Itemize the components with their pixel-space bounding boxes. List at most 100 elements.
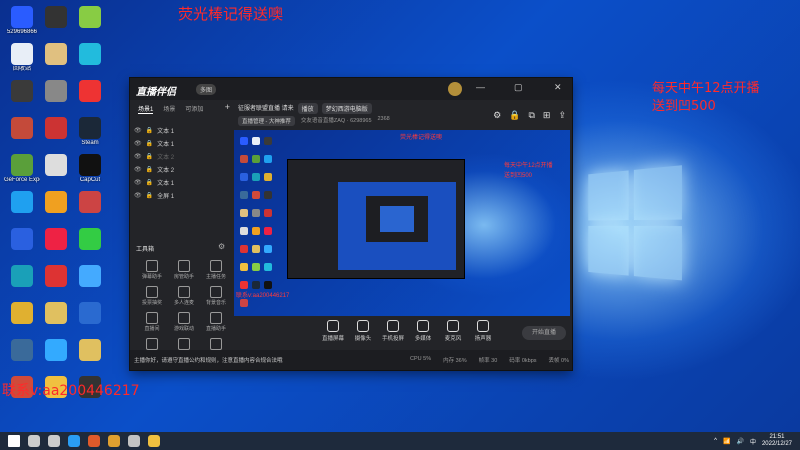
tray-expand-icon[interactable]: ^ — [714, 438, 717, 444]
add-scene-icon[interactable]: + — [225, 102, 230, 112]
clock[interactable]: 21:51 2022/12/27 — [762, 434, 792, 448]
desktop-icon[interactable] — [72, 265, 108, 288]
lock-icon[interactable]: 🔒 — [146, 140, 153, 147]
source-item[interactable]: 👁 🔒 文本 1 — [130, 124, 234, 137]
stream-preview[interactable]: 荧光棒记得送噢 每天中午12点开播 送到凹500 联系v:aa200446217 — [234, 130, 570, 316]
minimize-button[interactable]: — — [476, 82, 485, 92]
layout-icon[interactable]: ⊞ — [543, 110, 551, 121]
source-item[interactable]: 👁 🔒 文本 2 — [130, 150, 234, 163]
desktop-icon-label: 回收站 — [12, 66, 31, 72]
taskbar-app1-icon[interactable] — [88, 435, 100, 447]
tool-item[interactable]: 房管助手 — [168, 258, 200, 280]
app-badge[interactable]: 多图 — [196, 84, 217, 95]
stream-title[interactable]: 征服者联盟直播 请来 — [238, 103, 294, 114]
maximize-button[interactable]: ▢ — [514, 82, 523, 93]
tool-item[interactable]: 投票抽奖 — [136, 284, 168, 306]
tool-icon — [178, 260, 190, 272]
network-icon[interactable]: 📶 — [723, 438, 730, 445]
app-title-bar[interactable]: 直播伴侣 多图 — ▢ ✕ — [130, 78, 572, 100]
desktop-icon[interactable] — [4, 228, 40, 251]
lock-icon[interactable]: 🔒 — [146, 179, 153, 186]
source-button[interactable]: 多媒体 — [408, 320, 438, 342]
desktop-icon[interactable] — [4, 339, 40, 362]
toolbox-settings-icon[interactable]: ⚙ — [218, 242, 225, 251]
taskbar-app2-icon[interactable] — [108, 435, 120, 447]
source-item[interactable]: 👁 🔒 全屏 1 — [130, 189, 234, 202]
desktop-icon[interactable] — [38, 228, 74, 251]
tab-scene[interactable]: 场景 — [163, 104, 175, 114]
tool-item[interactable]: 弹幕助手 — [136, 258, 168, 280]
lock-icon[interactable]: 🔒 — [146, 192, 153, 199]
source-button[interactable]: 摄像头 — [348, 320, 378, 342]
desktop-icon[interactable] — [4, 265, 40, 288]
desktop-icon[interactable] — [38, 6, 74, 29]
source-button[interactable]: 麦克风 — [438, 320, 468, 342]
desktop-icon[interactable] — [72, 43, 108, 66]
desktop-icon[interactable] — [38, 302, 74, 325]
desktop-icon[interactable] — [38, 80, 74, 103]
desktop-icon[interactable]: 回收站 — [4, 43, 40, 73]
taskbar-search-icon[interactable] — [28, 435, 40, 447]
visibility-icon[interactable]: 👁 — [134, 179, 142, 186]
desktop-icon[interactable] — [4, 191, 40, 214]
tool-item[interactable]: 游戏联动 — [168, 310, 200, 332]
source-button[interactable]: 手机投屏 — [378, 320, 408, 342]
volume-icon[interactable]: 🔊 — [736, 438, 743, 445]
desktop-icon[interactable] — [72, 339, 108, 362]
avatar[interactable] — [448, 82, 462, 96]
desktop-icon[interactable] — [38, 339, 74, 362]
source-item[interactable]: 👁 🔒 文本 1 — [130, 176, 234, 189]
source-button[interactable]: 扬声器 — [468, 320, 498, 342]
game-tag[interactable]: 梦幻西游电脑版 — [321, 103, 372, 114]
desktop-icon[interactable]: CapCut — [72, 154, 108, 184]
taskbar-edge-icon[interactable] — [68, 435, 80, 447]
desktop-icon[interactable] — [72, 191, 108, 214]
tool-item[interactable]: 背景音乐 — [200, 284, 232, 306]
tool-item[interactable]: 直播助手 — [200, 310, 232, 332]
tool-item[interactable]: 直播间 — [136, 310, 168, 332]
input-method-icon[interactable]: 中 — [750, 437, 756, 446]
desktop-icon[interactable] — [4, 80, 40, 103]
desktop-icon[interactable] — [72, 228, 108, 251]
lock-icon[interactable]: 🔒 — [146, 166, 153, 173]
tab-addable[interactable]: 可添加 — [185, 104, 203, 114]
taskbar-app3-icon[interactable] — [128, 435, 140, 447]
source-item[interactable]: 👁 🔒 文本 2 — [130, 163, 234, 176]
desktop-icon[interactable] — [4, 302, 40, 325]
taskbar-task-view-icon[interactable] — [48, 435, 60, 447]
lock-icon[interactable]: 🔒 — [146, 127, 153, 134]
desktop-icon[interactable] — [38, 43, 74, 66]
share-icon[interactable]: ⇪ — [558, 110, 566, 121]
visibility-icon[interactable]: 👁 — [134, 140, 142, 147]
lock-icon[interactable]: 🔒 — [146, 153, 153, 160]
desktop-icon[interactable] — [38, 191, 74, 214]
tool-item[interactable]: 主播任务 — [200, 258, 232, 280]
copy-icon[interactable]: ⧉ — [528, 110, 534, 121]
desktop-icon[interactable] — [38, 154, 74, 177]
settings-icon[interactable]: ⚙ — [493, 110, 501, 121]
desktop-icon[interactable] — [38, 117, 74, 140]
desktop-icon[interactable] — [4, 117, 40, 140]
desktop-icon[interactable] — [72, 80, 108, 103]
play-tag[interactable]: 播放 — [297, 103, 318, 114]
desktop-icon[interactable]: Steam — [72, 117, 108, 147]
taskbar-start-icon[interactable] — [8, 435, 20, 447]
source-item[interactable]: 👁 🔒 文本 1 — [130, 137, 234, 150]
desktop-icon[interactable] — [72, 302, 108, 325]
tool-item[interactable]: 多人连麦 — [168, 284, 200, 306]
lock-icon[interactable]: 🔒 — [509, 110, 520, 121]
category-tag[interactable]: 直播管理 - 大神推荐 — [238, 116, 295, 126]
start-live-button[interactable]: 开始直播 — [522, 326, 566, 340]
desktop-icon[interactable]: GeForce Experience — [4, 154, 40, 184]
desktop-icon[interactable] — [72, 6, 108, 29]
visibility-icon[interactable]: 👁 — [134, 127, 142, 134]
desktop-icon[interactable]: 529696866 — [4, 6, 40, 36]
desktop-icon[interactable] — [38, 265, 74, 288]
visibility-icon[interactable]: 👁 — [134, 153, 142, 160]
close-button[interactable]: ✕ — [554, 82, 562, 93]
taskbar-app4-icon[interactable] — [148, 435, 160, 447]
visibility-icon[interactable]: 👁 — [134, 166, 142, 173]
source-button[interactable]: 直播屏幕 — [318, 320, 348, 342]
tab-scene-1[interactable]: 场景1 — [138, 104, 154, 114]
visibility-icon[interactable]: 👁 — [134, 192, 142, 199]
